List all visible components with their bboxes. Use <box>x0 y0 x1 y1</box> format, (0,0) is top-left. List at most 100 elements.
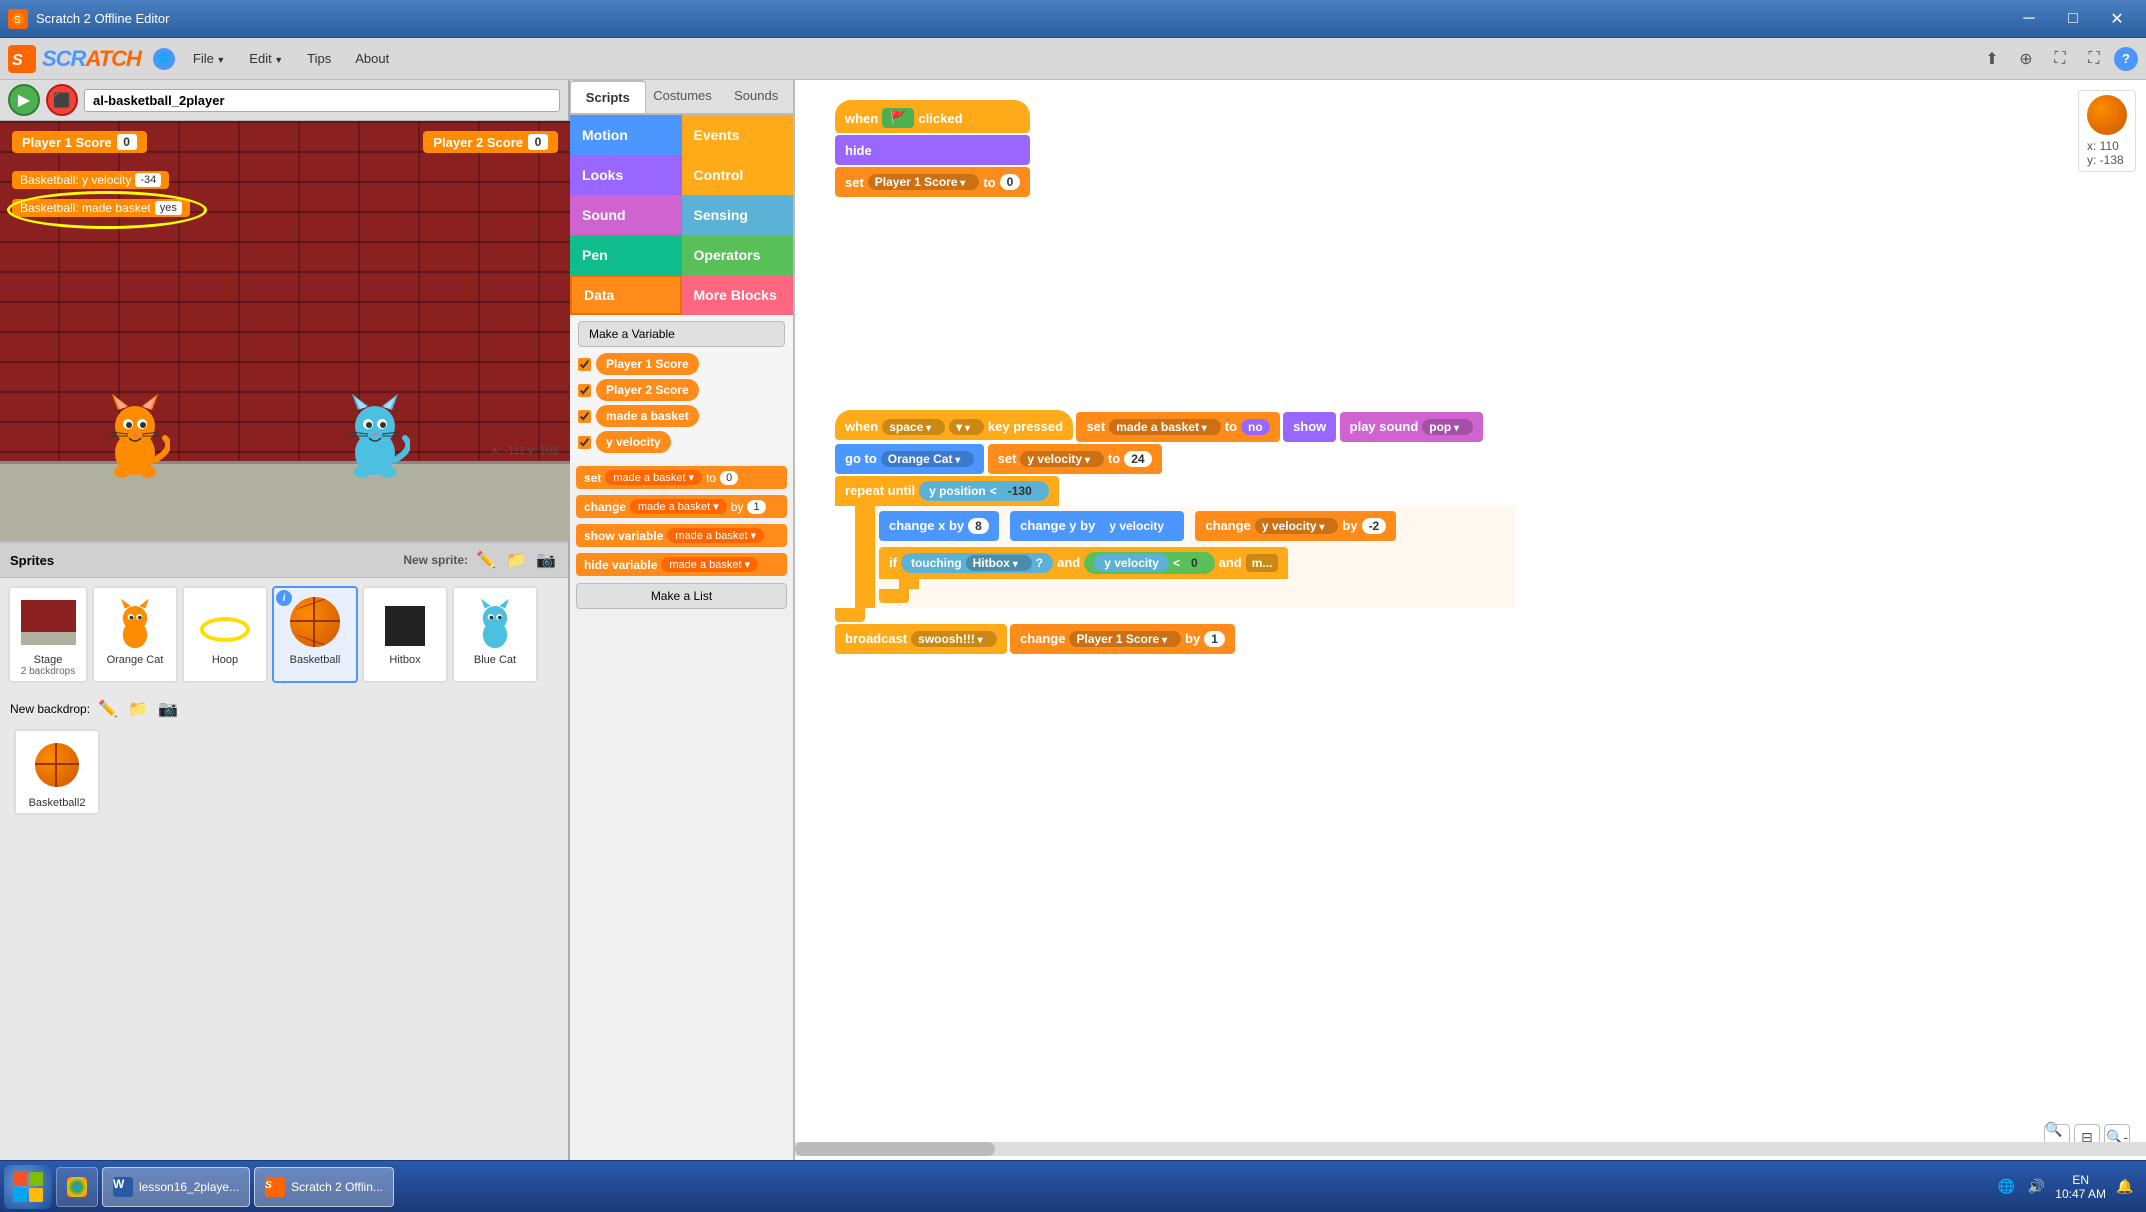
go-to-block[interactable]: go to Orange Cat <box>835 444 984 474</box>
p1score-dropdown[interactable]: Player 1 Score <box>868 174 980 190</box>
sensing-category[interactable]: Sensing <box>682 195 794 235</box>
network-icon[interactable]: 🌐 <box>1995 1176 2017 1198</box>
yvel-lt0[interactable]: y velocity < 0 <box>1084 552 1214 574</box>
upload-icon[interactable]: ⬆ <box>1978 45 2006 73</box>
play-sound-block[interactable]: play sound pop <box>1340 412 1483 442</box>
player1score-var-block[interactable]: Player 1 Score <box>596 353 699 375</box>
sprite-item-orangecat[interactable]: Orange Cat <box>92 586 178 683</box>
backdrop-camera-icon[interactable]: 📷 <box>156 697 180 721</box>
sprite-item-hoop[interactable]: Hoop <box>182 586 268 683</box>
madebasket-checkbox[interactable] <box>578 410 591 423</box>
stop-button[interactable]: ⬛ <box>46 84 78 116</box>
go-to-dropdown[interactable]: Orange Cat <box>881 451 975 467</box>
zero-input2[interactable]: 0 <box>1184 555 1205 571</box>
operators-category[interactable]: Operators <box>682 235 794 275</box>
backdrop-folder-icon[interactable]: 📁 <box>126 697 150 721</box>
more-category[interactable]: More Blocks <box>682 275 794 315</box>
stage-sprite-item[interactable]: Stage 2 backdrops <box>8 586 88 683</box>
madebasket-var-block[interactable]: made a basket <box>596 405 699 427</box>
volume-icon[interactable]: 🔊 <box>2025 1176 2047 1198</box>
change-x-block[interactable]: change x by 8 <box>879 511 999 541</box>
camera-sprite-icon[interactable]: 📷 <box>534 548 558 572</box>
tab-scripts[interactable]: Scripts <box>570 80 646 113</box>
help-button[interactable]: ? <box>2114 47 2138 71</box>
when-flag-hat-block[interactable]: when 🚩 clicked <box>835 100 1030 133</box>
set-p1score-block[interactable]: set Player 1 Score to 0 <box>835 167 1030 197</box>
sprite-item-basketball[interactable]: i Basketball <box>272 586 358 683</box>
tab-sounds[interactable]: Sounds <box>719 80 793 113</box>
make-list-button[interactable]: Make a List <box>576 583 787 609</box>
upload-sprite-icon[interactable]: 📁 <box>504 548 528 572</box>
paint-sprite-icon[interactable]: ✏️ <box>474 548 498 572</box>
change-block-panel[interactable]: change made a basket ▾ by 1 <box>576 495 787 518</box>
space-key-dropdown[interactable]: space <box>882 419 945 435</box>
notifications-icon[interactable]: 🔔 <box>2114 1176 2136 1198</box>
yvel-ref2[interactable]: y velocity <box>1094 554 1169 572</box>
yvelocity-ref[interactable]: y velocity <box>1099 517 1174 535</box>
events-category[interactable]: Events <box>682 115 794 155</box>
script-scrollbar[interactable] <box>795 1142 2146 1156</box>
set-yvelocity-block[interactable]: set y velocity to 24 <box>988 444 1162 474</box>
plus-icon[interactable]: ⊕ <box>2012 45 2040 73</box>
show-block[interactable]: show <box>1283 412 1336 442</box>
basketball2-item[interactable]: Basketball2 <box>14 729 100 815</box>
show-var-block-panel[interactable]: show variable made a basket ▾ <box>576 524 787 547</box>
sprite-info-icon[interactable]: i <box>276 590 292 606</box>
yvelocity-var-block[interactable]: y velocity <box>596 431 671 453</box>
change-y-block[interactable]: change y by y velocity <box>1010 511 1184 541</box>
taskbar-chrome[interactable] <box>56 1167 98 1207</box>
green-flag-button[interactable]: ▶ <box>8 84 40 116</box>
set-block-panel[interactable]: set made a basket ▾ to 0 <box>576 466 787 489</box>
swoosh-dropdown[interactable]: swoosh!!! <box>911 631 996 647</box>
neg130-input[interactable]: -130 <box>1001 483 1039 499</box>
scrollbar-thumb[interactable] <box>795 1142 995 1156</box>
player1score-checkbox[interactable] <box>578 358 591 371</box>
player2score-var-block[interactable]: Player 2 Score <box>596 379 699 401</box>
player2score-checkbox[interactable] <box>578 384 591 397</box>
change-yvelocity-block[interactable]: change y velocity by -2 <box>1195 511 1396 541</box>
close-button[interactable]: ✕ <box>2096 5 2138 33</box>
yvelocity-dropdown[interactable]: y velocity <box>1020 451 1104 467</box>
change-p1score-block[interactable]: change Player 1 Score by 1 <box>1010 624 1235 654</box>
edit-menu[interactable]: Edit <box>243 47 289 70</box>
about-menu[interactable]: About <box>349 47 395 70</box>
minimize-button[interactable]: ─ <box>2008 5 2050 33</box>
sound-category[interactable]: Sound <box>570 195 682 235</box>
data-category[interactable]: Data <box>570 275 682 315</box>
broadcast-block[interactable]: broadcast swoosh!!! <box>835 624 1007 654</box>
fullscreen-icon[interactable]: ⛶ <box>2046 45 2074 73</box>
start-button[interactable] <box>4 1165 52 1209</box>
hitbox-dropdown[interactable]: Hitbox <box>966 555 1032 571</box>
when-space-hat-block[interactable]: when space ▾ key pressed <box>835 410 1073 440</box>
tab-costumes[interactable]: Costumes <box>646 80 720 113</box>
touching-hitbox[interactable]: touching Hitbox ? <box>901 553 1053 573</box>
motion-category[interactable]: Motion <box>570 115 682 155</box>
hide-block[interactable]: hide <box>835 135 1030 165</box>
backdrop-paint-icon[interactable]: ✏️ <box>96 697 120 721</box>
if-header[interactable]: if touching Hitbox ? and y velocity < <box>879 547 1288 579</box>
neg2-input[interactable]: -2 <box>1362 518 1387 534</box>
sound-dropdown[interactable]: pop <box>1422 419 1473 435</box>
make-variable-button[interactable]: Make a Variable <box>578 321 785 347</box>
hide-var-block-panel[interactable]: hide variable made a basket ▾ <box>576 553 787 576</box>
key-pressed-dropdown[interactable]: ▾ <box>949 419 984 435</box>
x8-input[interactable]: 8 <box>968 518 989 534</box>
ypos-condition[interactable]: y position < -130 <box>919 481 1049 501</box>
tips-menu[interactable]: Tips <box>301 47 337 70</box>
p1score-dropdown2[interactable]: Player 1 Score <box>1069 631 1181 647</box>
madebasket-dropdown2[interactable]: made a basket <box>1109 419 1221 435</box>
sprite-item-hitbox[interactable]: Hitbox <box>362 586 448 683</box>
24-input[interactable]: 24 <box>1124 451 1151 467</box>
repeat-until-header[interactable]: repeat until y position < -130 <box>835 476 1059 506</box>
set-madebasket-no-block[interactable]: set made a basket to no <box>1076 412 1279 442</box>
no-input[interactable]: no <box>1241 419 1270 435</box>
yvelocity-checkbox[interactable] <box>578 436 591 449</box>
zero-input[interactable]: 0 <box>1000 174 1021 190</box>
language-button[interactable]: 🌐 <box>153 48 175 70</box>
pen-category[interactable]: Pen <box>570 235 682 275</box>
taskbar-scratch[interactable]: S Scratch 2 Offlin... <box>254 1167 394 1207</box>
maximize-button[interactable]: □ <box>2052 5 2094 33</box>
project-title[interactable]: al-basketball_2player <box>84 89 560 112</box>
looks-category[interactable]: Looks <box>570 155 682 195</box>
control-category[interactable]: Control <box>682 155 794 195</box>
